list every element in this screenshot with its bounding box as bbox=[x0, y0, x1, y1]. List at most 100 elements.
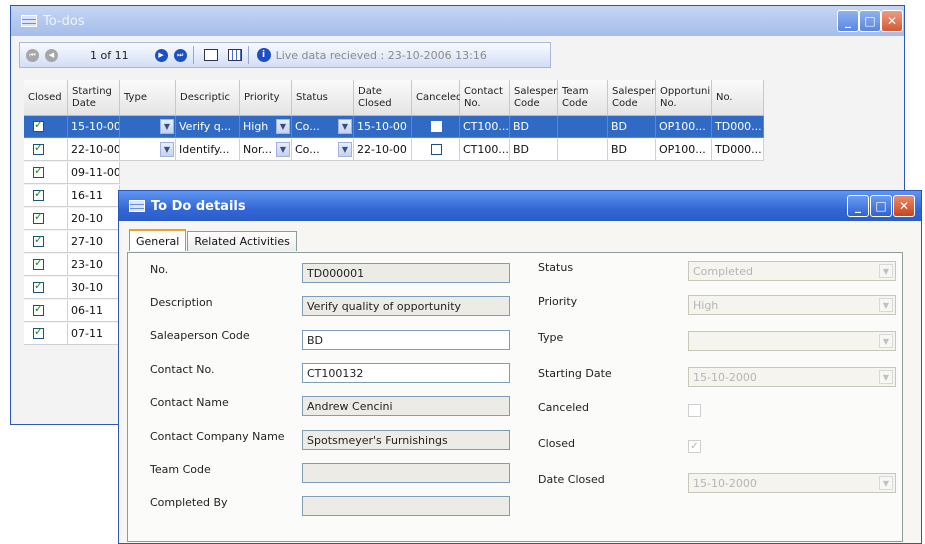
grid-cell[interactable] bbox=[24, 162, 68, 184]
status-select[interactable]: Completed ▼ bbox=[688, 261, 896, 281]
closed-checkbox[interactable] bbox=[33, 118, 44, 132]
maximize-button[interactable]: □ bbox=[870, 195, 892, 217]
column-header[interactable]: Salespers Code bbox=[510, 80, 562, 116]
closed-checkbox[interactable] bbox=[33, 302, 44, 316]
grid-cell[interactable] bbox=[24, 208, 68, 230]
tab-general[interactable]: General bbox=[129, 229, 187, 251]
grid-cell[interactable] bbox=[558, 116, 608, 138]
chevron-down-icon[interactable]: ▼ bbox=[879, 334, 893, 348]
grid-cell[interactable]: 06-11 bbox=[68, 300, 120, 322]
grid-cell[interactable]: 23-10 bbox=[68, 254, 120, 276]
column-header[interactable]: Contact No. bbox=[460, 80, 510, 116]
closed-checkbox[interactable]: ✓ bbox=[688, 440, 701, 453]
chevron-down-icon[interactable]: ▼ bbox=[276, 142, 290, 157]
canceled-checkbox[interactable] bbox=[431, 121, 442, 132]
grid-cell[interactable] bbox=[24, 116, 68, 138]
no-field[interactable]: TD000001 bbox=[302, 263, 510, 283]
priority-select[interactable]: High ▼ bbox=[688, 295, 896, 315]
grid-cell[interactable] bbox=[24, 254, 68, 276]
chevron-down-icon[interactable]: ▼ bbox=[879, 264, 893, 278]
contact-name-field[interactable]: Andrew Cencini bbox=[302, 396, 510, 416]
form-view-icon[interactable] bbox=[203, 49, 218, 61]
details-titlebar[interactable]: To Do details _ □ ✕ bbox=[119, 191, 921, 221]
grid-cell[interactable]: 22-10-00 bbox=[68, 139, 120, 161]
grid-cell[interactable]: Co... ▼ bbox=[292, 116, 354, 138]
chevron-down-icon[interactable]: ▼ bbox=[338, 142, 352, 157]
closed-checkbox[interactable] bbox=[33, 187, 44, 201]
grid-cell[interactable]: 07-11 bbox=[68, 323, 120, 345]
maximize-button[interactable]: □ bbox=[859, 10, 881, 32]
grid-cell[interactable] bbox=[412, 116, 460, 138]
closed-checkbox[interactable] bbox=[33, 210, 44, 224]
grid-cell[interactable]: OP100... bbox=[656, 139, 712, 161]
grid-cell[interactable]: High ▼ bbox=[240, 116, 292, 138]
grid-cell[interactable]: BD bbox=[510, 139, 558, 161]
chevron-down-icon[interactable]: ▼ bbox=[338, 119, 352, 134]
grid-cell[interactable] bbox=[24, 185, 68, 207]
type-select[interactable]: ▼ bbox=[688, 331, 896, 351]
next-record-icon[interactable]: ▶ bbox=[154, 48, 168, 62]
chevron-down-icon[interactable]: ▼ bbox=[879, 370, 893, 384]
grid-cell[interactable] bbox=[24, 300, 68, 322]
column-header[interactable]: Status bbox=[292, 80, 354, 116]
grid-cell[interactable]: 15-10-00 bbox=[354, 116, 412, 138]
first-record-icon[interactable]: ⏮ bbox=[26, 48, 39, 62]
date-closed-picker[interactable]: 15-10-2000 ▼ bbox=[688, 473, 896, 493]
grid-cell[interactable]: 22-10-00 bbox=[354, 139, 412, 161]
grid-cell[interactable]: 20-10 bbox=[68, 208, 120, 230]
canceled-checkbox[interactable] bbox=[688, 404, 701, 417]
column-header[interactable]: Opportuni No. bbox=[656, 80, 712, 116]
chevron-down-icon[interactable]: ▼ bbox=[879, 298, 893, 312]
grid-cell[interactable]: ▼ bbox=[120, 139, 176, 161]
grid-cell[interactable] bbox=[412, 139, 460, 161]
grid-cell[interactable] bbox=[24, 323, 68, 345]
tab-related-activities[interactable]: Related Activities bbox=[187, 231, 297, 251]
chevron-down-icon[interactable]: ▼ bbox=[160, 119, 174, 134]
closed-checkbox[interactable] bbox=[33, 279, 44, 293]
canceled-checkbox[interactable] bbox=[431, 144, 442, 155]
minimize-button[interactable]: _ bbox=[837, 10, 859, 32]
chevron-down-icon[interactable]: ▼ bbox=[879, 476, 893, 490]
column-header[interactable]: Salespers Code bbox=[608, 80, 660, 116]
closed-checkbox[interactable] bbox=[33, 164, 44, 178]
grid-cell[interactable]: BD bbox=[608, 116, 656, 138]
closed-checkbox[interactable] bbox=[33, 256, 44, 270]
column-header[interactable]: Starting Date bbox=[68, 80, 120, 116]
grid-cell[interactable]: OP100... bbox=[656, 116, 712, 138]
closed-checkbox[interactable] bbox=[33, 141, 44, 155]
grid-cell[interactable]: Identify... bbox=[176, 139, 240, 161]
grid-cell[interactable]: CT100... bbox=[460, 139, 510, 161]
grid-cell[interactable] bbox=[24, 277, 68, 299]
close-button[interactable]: ✕ bbox=[881, 10, 903, 32]
contact-no-field[interactable]: CT100132 bbox=[302, 363, 510, 383]
column-header[interactable]: Priority bbox=[240, 80, 292, 116]
grid-cell[interactable]: 16-11 bbox=[68, 185, 120, 207]
grid-cell[interactable]: Nor... ▼ bbox=[240, 139, 292, 161]
grid-view-icon[interactable] bbox=[227, 49, 242, 61]
column-header[interactable]: No. bbox=[712, 80, 764, 116]
grid-cell[interactable]: 15-10-00 bbox=[68, 116, 120, 138]
grid-cell[interactable]: CT100... bbox=[460, 116, 510, 138]
close-button[interactable]: ✕ bbox=[893, 195, 915, 217]
chevron-down-icon[interactable]: ▼ bbox=[160, 142, 174, 157]
grid-cell[interactable]: 27-10 bbox=[68, 231, 120, 253]
column-header[interactable]: Type bbox=[120, 80, 176, 116]
contact-company-name-field[interactable]: Spotsmeyer's Furnishings bbox=[302, 430, 510, 450]
closed-checkbox[interactable] bbox=[33, 233, 44, 247]
closed-checkbox[interactable] bbox=[33, 325, 44, 339]
chevron-down-icon[interactable]: ▼ bbox=[276, 119, 290, 134]
column-header[interactable]: Canceled bbox=[412, 80, 462, 116]
grid-cell[interactable] bbox=[24, 139, 68, 161]
grid-cell[interactable] bbox=[24, 231, 68, 253]
salesperson-code-field[interactable]: BD bbox=[302, 330, 510, 350]
column-header[interactable]: Date Closed bbox=[354, 80, 412, 116]
grid-cell[interactable]: 30-10 bbox=[68, 277, 120, 299]
grid-cell[interactable]: TD000... bbox=[712, 116, 764, 138]
grid-cell[interactable]: Co... ▼ bbox=[292, 139, 354, 161]
team-code-field[interactable] bbox=[302, 463, 510, 483]
starting-date-picker[interactable]: 15-10-2000 ▼ bbox=[688, 367, 896, 387]
description-field[interactable]: Verify quality of opportunity bbox=[302, 296, 510, 316]
column-header[interactable]: Closed bbox=[24, 80, 68, 116]
grid-cell[interactable]: ▼ bbox=[120, 116, 176, 138]
column-header[interactable]: Descriptic bbox=[176, 80, 240, 116]
